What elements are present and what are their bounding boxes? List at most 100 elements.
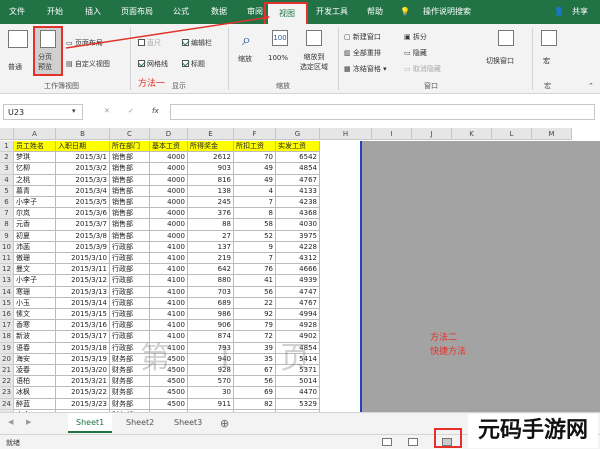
ruler-checkbox[interactable]: 直尺 xyxy=(138,38,161,48)
table-cell[interactable]: 4000 xyxy=(150,208,188,220)
header-cell[interactable]: 基本工资 xyxy=(150,141,188,153)
table-cell[interactable]: 642 xyxy=(188,264,234,276)
table-cell[interactable]: 沛菡 xyxy=(14,241,56,253)
table-cell[interactable]: 4470 xyxy=(276,387,320,399)
table-cell[interactable]: 903 xyxy=(188,163,234,175)
enter-icon[interactable]: ✓ xyxy=(128,107,134,115)
normal-view-status-icon[interactable] xyxy=(382,438,392,446)
column-header[interactable]: H xyxy=(320,128,372,140)
column-header[interactable]: A xyxy=(14,128,56,140)
header-cell[interactable]: 所扣工资 xyxy=(234,141,276,153)
new-window-button[interactable]: ▢ 新建窗口 xyxy=(344,32,381,42)
table-cell[interactable]: 慕青 xyxy=(14,185,56,197)
table-cell[interactable]: 行政部 xyxy=(110,264,150,276)
table-cell[interactable]: 傲珊 xyxy=(14,253,56,265)
table-cell[interactable]: 行政部 xyxy=(110,253,150,265)
table-cell[interactable]: 4854 xyxy=(276,163,320,175)
menu-page-layout[interactable]: 页面布局 xyxy=(116,0,158,24)
row-header[interactable]: 14 xyxy=(0,286,14,298)
table-cell[interactable]: 4500 xyxy=(150,376,188,388)
row-header[interactable]: 7 xyxy=(0,208,14,220)
table-cell[interactable]: 冰枫 xyxy=(14,387,56,399)
row-header[interactable]: 3 xyxy=(0,163,14,175)
table-cell[interactable]: 语春 xyxy=(14,342,56,354)
table-cell[interactable]: 之桃 xyxy=(14,174,56,186)
table-cell[interactable]: 4030 xyxy=(276,219,320,231)
table-cell[interactable]: 4000 xyxy=(150,230,188,242)
table-cell[interactable]: 4100 xyxy=(150,241,188,253)
row-header[interactable]: 18 xyxy=(0,331,14,343)
table-cell[interactable]: 2015/3/13 xyxy=(56,286,110,298)
menu-file[interactable]: 文件 xyxy=(2,0,32,24)
table-cell[interactable]: 2015/3/23 xyxy=(56,398,110,410)
table-cell[interactable]: 376 xyxy=(188,208,234,220)
table-cell[interactable]: 小玉 xyxy=(14,297,56,309)
table-cell[interactable]: 4500 xyxy=(150,387,188,399)
table-cell[interactable]: 2015/3/11 xyxy=(56,264,110,276)
column-header[interactable]: F xyxy=(234,128,276,140)
table-cell[interactable]: 尔岚 xyxy=(14,208,56,220)
table-cell[interactable]: 56 xyxy=(234,376,276,388)
table-cell[interactable]: 219 xyxy=(188,253,234,265)
table-cell[interactable]: 4000 xyxy=(150,219,188,231)
table-cell[interactable]: 92 xyxy=(234,309,276,321)
arrange-all-button[interactable]: ▥ 全部重排 xyxy=(344,48,381,58)
split-button[interactable]: ▣ 拆分 xyxy=(404,32,427,42)
table-cell[interactable]: 137 xyxy=(188,241,234,253)
tab-sheet3[interactable]: Sheet3 xyxy=(166,413,210,433)
custom-view-button[interactable]: ▤ 自定义视图 xyxy=(66,59,110,69)
table-cell[interactable]: 2015/3/8 xyxy=(56,230,110,242)
table-cell[interactable]: 2015/3/21 xyxy=(56,376,110,388)
table-cell[interactable]: 6542 xyxy=(276,152,320,164)
menu-insert[interactable]: 插入 xyxy=(78,0,108,24)
row-header[interactable]: 17 xyxy=(0,320,14,332)
table-cell[interactable]: 9 xyxy=(234,241,276,253)
table-cell[interactable]: 2015/3/20 xyxy=(56,365,110,377)
table-cell[interactable]: 5329 xyxy=(276,398,320,410)
table-cell[interactable]: 梦琪 xyxy=(14,152,56,164)
row-header[interactable]: 6 xyxy=(0,197,14,209)
table-cell[interactable]: 愫文 xyxy=(14,309,56,321)
table-cell[interactable]: 销售部 xyxy=(110,219,150,231)
table-cell[interactable]: 行政部 xyxy=(110,297,150,309)
table-cell[interactable]: 行政部 xyxy=(110,275,150,287)
table-cell[interactable]: 凌春 xyxy=(14,365,56,377)
table-cell[interactable]: 2015/3/17 xyxy=(56,331,110,343)
column-header[interactable]: L xyxy=(492,128,532,140)
table-cell[interactable]: 小李子 xyxy=(14,275,56,287)
row-header[interactable]: 24 xyxy=(0,398,14,410)
table-cell[interactable]: 2015/3/19 xyxy=(56,353,110,365)
table-cell[interactable]: 销售部 xyxy=(110,208,150,220)
table-cell[interactable]: 4747 xyxy=(276,286,320,298)
row-header[interactable]: 16 xyxy=(0,309,14,321)
table-cell[interactable]: 570 xyxy=(188,376,234,388)
select-all-corner[interactable] xyxy=(0,128,14,140)
table-cell[interactable]: 销售部 xyxy=(110,174,150,186)
fx-icon[interactable]: fx xyxy=(152,107,159,115)
table-cell[interactable]: 82 xyxy=(234,398,276,410)
table-cell[interactable]: 新波 xyxy=(14,331,56,343)
formula-bar-checkbox[interactable]: 编辑栏 xyxy=(182,38,212,48)
table-cell[interactable]: 4000 xyxy=(150,152,188,164)
row-header[interactable]: 12 xyxy=(0,264,14,276)
zoom-100-button[interactable]: 100 100% xyxy=(266,28,294,76)
table-cell[interactable]: 忆柳 xyxy=(14,163,56,175)
row-header[interactable]: 9 xyxy=(0,230,14,242)
table-cell[interactable]: 245 xyxy=(188,197,234,209)
share-button[interactable]: 共享 xyxy=(565,0,595,24)
switch-windows-button[interactable]: 切换窗口 xyxy=(484,28,528,76)
column-header[interactable]: E xyxy=(188,128,234,140)
table-cell[interactable]: 2015/3/6 xyxy=(56,208,110,220)
header-cell[interactable]: 员工姓名 xyxy=(14,141,56,153)
column-header[interactable]: J xyxy=(412,128,452,140)
table-cell[interactable]: 4666 xyxy=(276,264,320,276)
row-header[interactable]: 23 xyxy=(0,387,14,399)
menu-data[interactable]: 数据 xyxy=(204,0,234,24)
header-cell[interactable]: 所在部门 xyxy=(110,141,150,153)
header-cell[interactable]: 入职日期 xyxy=(56,141,110,153)
macros-button[interactable]: 宏 xyxy=(536,28,562,76)
table-cell[interactable]: 2015/3/1 xyxy=(56,152,110,164)
table-cell[interactable]: 语柏 xyxy=(14,376,56,388)
zoom-button[interactable]: ⌕ 缩放 xyxy=(236,28,264,76)
freeze-panes-button[interactable]: ▦ 冻结窗格 ▾ xyxy=(344,64,387,74)
